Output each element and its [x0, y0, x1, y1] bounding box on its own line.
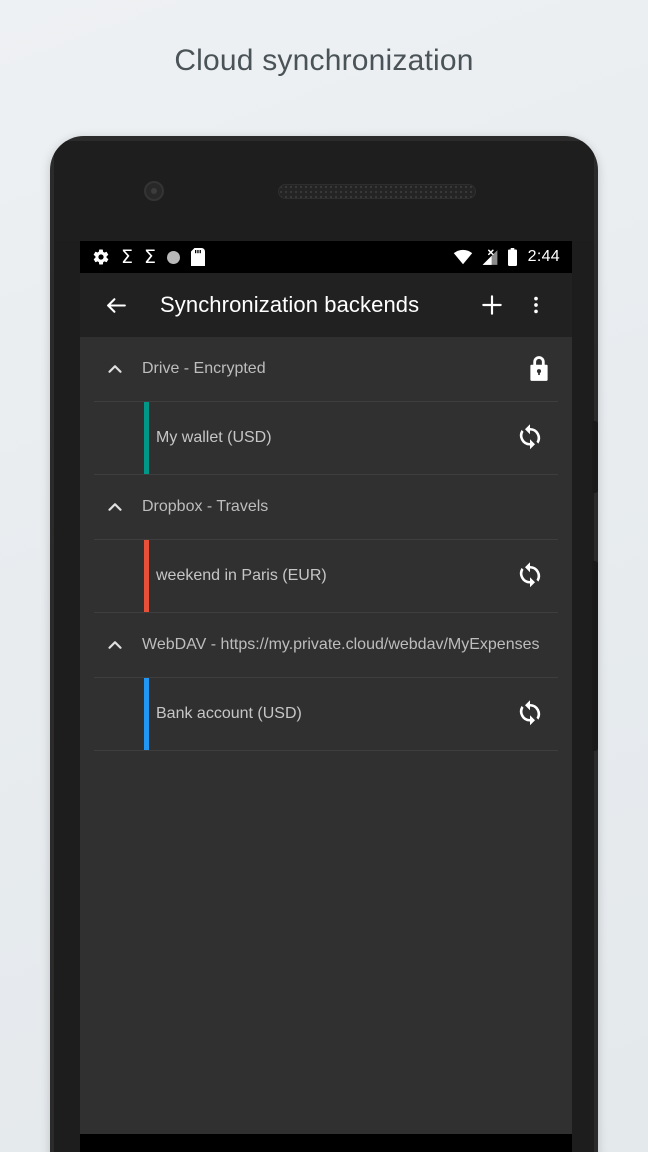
chevron-up-icon[interactable]	[96, 634, 134, 656]
lock-icon	[522, 355, 556, 383]
status-bar: Σ Σ 2:44	[80, 241, 572, 273]
phone-device-frame: Σ Σ 2:44 Synchronization backends Drive …	[50, 136, 598, 1152]
overflow-menu-button[interactable]	[514, 283, 558, 327]
sync-icon	[519, 700, 541, 726]
status-bar-right-icons: 2:44	[453, 248, 560, 266]
status-bar-clock: 2:44	[527, 248, 560, 265]
sync-icon	[519, 424, 541, 450]
backend-group-header[interactable]: Drive - Encrypted	[80, 337, 572, 401]
sync-button[interactable]	[508, 416, 552, 460]
account-row[interactable]: weekend in Paris (EUR)	[94, 539, 558, 613]
nav-back-button[interactable]	[174, 1140, 224, 1152]
earpiece-speaker-grille	[278, 184, 476, 199]
plus-icon	[482, 295, 502, 315]
account-row[interactable]: Bank account (USD)	[94, 677, 558, 751]
phone-top-bezel	[54, 141, 594, 241]
account-color-bar	[144, 540, 149, 612]
sync-button[interactable]	[508, 554, 552, 598]
account-color-bar	[144, 402, 149, 474]
account-row[interactable]: My wallet (USD)	[94, 401, 558, 475]
backend-group-header[interactable]: WebDAV - https://my.private.cloud/webdav…	[80, 613, 572, 677]
front-camera-icon	[144, 181, 164, 201]
account-label: My wallet (USD)	[156, 429, 272, 446]
backends-list: Drive - Encrypted My wallet (USD) Dropbo…	[80, 337, 572, 1134]
chevron-up-icon[interactable]	[96, 496, 134, 518]
backend-group-label: Drive - Encrypted	[142, 360, 266, 377]
status-bar-left-icons: Σ Σ	[92, 245, 206, 268]
backend-group-label: WebDAV - https://my.private.cloud/webdav…	[142, 636, 540, 653]
sd-card-icon	[191, 248, 206, 266]
account-color-bar	[144, 678, 149, 750]
app-bar-title: Synchronization backends	[160, 292, 420, 317]
android-navigation-bar	[80, 1134, 572, 1152]
account-label: weekend in Paris (EUR)	[156, 567, 327, 584]
cellular-no-sim-icon	[482, 249, 498, 265]
power-button[interactable]	[592, 421, 598, 493]
battery-icon	[507, 248, 517, 266]
volume-rocker-button[interactable]	[592, 561, 598, 751]
circle-icon	[167, 250, 181, 264]
sync-icon	[519, 562, 541, 588]
wifi-icon	[453, 249, 472, 265]
backend-group-header[interactable]: Dropbox - Travels	[80, 475, 572, 539]
account-label: Bank account (USD)	[156, 705, 302, 722]
nav-home-button[interactable]	[301, 1140, 351, 1152]
sigma-icon-2: Σ	[144, 245, 157, 268]
chevron-up-icon[interactable]	[96, 358, 134, 380]
phone-screen: Σ Σ 2:44 Synchronization backends Drive …	[80, 241, 572, 1152]
nav-recents-button[interactable]	[428, 1140, 478, 1152]
page-title: Cloud synchronization	[174, 44, 474, 77]
arrow-back-icon	[106, 297, 126, 313]
gear-icon	[93, 249, 109, 265]
add-backend-button[interactable]	[470, 283, 514, 327]
sync-button[interactable]	[508, 692, 552, 736]
phone-inner-frame: Σ Σ 2:44 Synchronization backends Drive …	[54, 141, 598, 1152]
back-button[interactable]	[94, 283, 138, 327]
app-bar: Synchronization backends	[80, 273, 572, 337]
sigma-icon-1: Σ	[121, 245, 134, 268]
backend-group-label: Dropbox - Travels	[142, 498, 269, 515]
more-vertical-icon	[534, 296, 538, 314]
